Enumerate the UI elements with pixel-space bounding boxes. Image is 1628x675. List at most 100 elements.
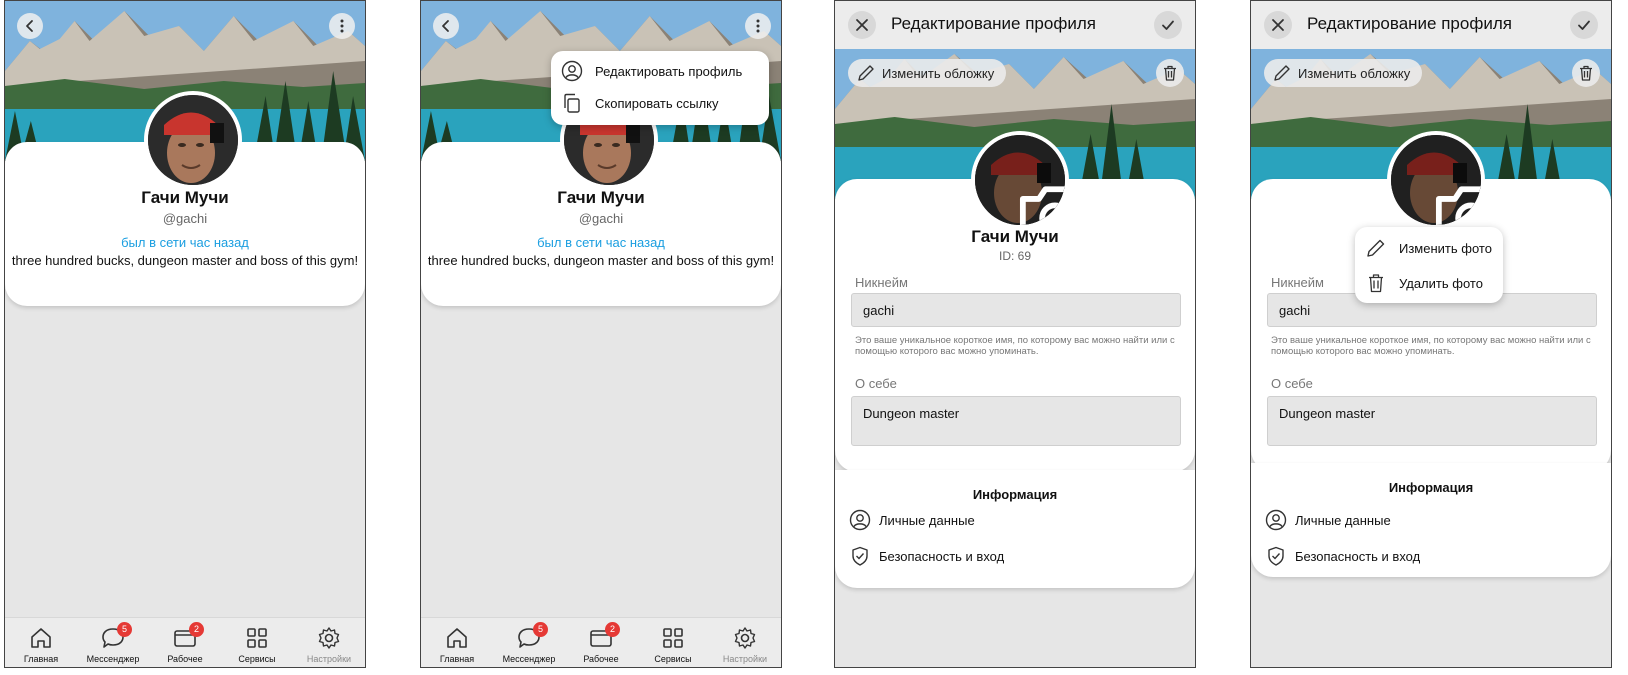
more-vertical-icon — [340, 19, 344, 33]
camera-icon — [1019, 186, 1065, 225]
more-options-button[interactable] — [745, 13, 771, 39]
nickname-label: Никнейм — [1271, 275, 1324, 290]
nickname-label: Никнейм — [855, 275, 908, 290]
avatar[interactable] — [1387, 131, 1485, 229]
user-circle-icon — [849, 509, 871, 531]
chevron-left-icon — [442, 20, 449, 32]
personal-data-row[interactable]: Личные данные — [849, 508, 975, 532]
save-button[interactable] — [1154, 11, 1182, 39]
shield-check-icon — [1268, 546, 1284, 566]
pencil-icon — [1367, 239, 1385, 257]
nav-item-workspace[interactable]: 2 Рабочее — [149, 618, 221, 667]
close-button[interactable] — [848, 11, 876, 39]
menu-item-change-photo[interactable]: Изменить фото — [1355, 233, 1503, 263]
save-button[interactable] — [1570, 11, 1598, 39]
edit-header: Редактирование профиля — [835, 1, 1195, 49]
nav-label-messenger: Мессенджер — [86, 654, 140, 664]
nav-item-services[interactable]: Сервисы — [221, 618, 293, 667]
about-field[interactable]: Dungeon master — [1267, 396, 1597, 446]
edit-header: Редактирование профиля — [1251, 1, 1611, 49]
personal-data-label: Личные данные — [879, 512, 975, 528]
edit-profile-screen-photo-menu: Редактирование профиля Изменить обложку … — [1250, 0, 1612, 668]
more-options-button[interactable] — [329, 13, 355, 39]
pencil-icon — [1274, 65, 1290, 81]
menu-label-edit-profile: Редактировать профиль — [595, 63, 743, 79]
trash-icon — [1580, 65, 1592, 81]
close-icon — [1272, 19, 1284, 31]
about-label: О себе — [1271, 376, 1313, 391]
nav-label-services: Сервисы — [654, 654, 692, 664]
home-icon — [447, 628, 467, 648]
personal-data-row[interactable]: Личные данные — [1265, 508, 1391, 532]
bottom-navigation: Главная 5 Мессенджер 2 Рабочее Сервисы Н… — [421, 617, 781, 667]
nav-item-home[interactable]: Главная — [5, 618, 77, 667]
security-row[interactable]: Безопасность и вход — [849, 544, 1004, 568]
profile-id: ID: 69 — [998, 249, 1031, 263]
check-icon — [1578, 20, 1590, 30]
nav-label-home: Главная — [23, 654, 59, 664]
info-card: Информация Личные данные Безопасность и … — [1251, 463, 1611, 577]
profile-screen-menu-open: Гачи Мучи @gachi был в сети час назад th… — [420, 0, 782, 668]
nav-label-settings: Настройки — [722, 654, 768, 664]
security-label: Безопасность и вход — [1295, 548, 1421, 564]
nav-item-settings[interactable]: Настройки — [293, 618, 365, 667]
delete-cover-button[interactable] — [1156, 59, 1184, 87]
gear-icon — [318, 627, 340, 649]
nav-label-settings: Настройки — [306, 654, 352, 664]
nav-item-home[interactable]: Главная — [421, 618, 493, 667]
messenger-badge: 5 — [533, 622, 548, 637]
security-row[interactable]: Безопасность и вход — [1265, 544, 1420, 568]
about-field[interactable]: Dungeon master — [851, 396, 1181, 446]
copy-icon — [564, 93, 580, 113]
page-title: Редактирование профиля — [891, 14, 1096, 33]
camera-icon — [1435, 186, 1481, 225]
profile-options-menu: Редактировать профиль Скопировать ссылку — [551, 51, 769, 125]
back-button[interactable] — [17, 13, 43, 39]
nav-item-workspace[interactable]: 2 Рабочее — [565, 618, 637, 667]
online-status: был в сети час назад — [537, 235, 665, 250]
menu-item-copy-link[interactable]: Скопировать ссылку — [551, 88, 769, 118]
avatar-photo — [148, 95, 238, 185]
change-cover-button[interactable]: Изменить обложку — [1264, 59, 1423, 87]
info-title: Информация — [1388, 480, 1474, 495]
menu-label-copy-link: Скопировать ссылку — [595, 95, 719, 111]
chevron-left-icon — [26, 20, 33, 32]
nav-label-workspace: Рабочее — [583, 654, 619, 664]
menu-label-delete-photo: Удалить фото — [1399, 275, 1483, 291]
change-cover-button[interactable]: Изменить обложку — [848, 59, 1007, 87]
menu-item-edit-profile[interactable]: Редактировать профиль — [551, 56, 769, 86]
nav-label-services: Сервисы — [238, 654, 276, 664]
nickname-field[interactable]: gachi — [851, 293, 1181, 327]
edit-profile-screen: Редактирование профиля Изменить обложку … — [834, 0, 1196, 668]
personal-data-label: Личные данные — [1295, 512, 1391, 528]
profile-bio: three hundred bucks, dungeon master and … — [427, 253, 775, 268]
profile-name: Гачи Мучи — [557, 188, 645, 207]
delete-cover-button[interactable] — [1572, 59, 1600, 87]
profile-bio: three hundred bucks, dungeon master and … — [11, 253, 359, 268]
back-button[interactable] — [433, 13, 459, 39]
nav-label-workspace: Рабочее — [167, 654, 203, 664]
nav-item-settings[interactable]: Настройки — [709, 618, 781, 667]
photo-options-menu: Изменить фото Удалить фото — [1355, 227, 1503, 303]
nav-label-messenger: Мессенджер — [502, 654, 556, 664]
avatar[interactable] — [144, 91, 242, 189]
messenger-badge: 5 — [117, 622, 132, 637]
close-button[interactable] — [1264, 11, 1292, 39]
workspace-badge: 2 — [605, 622, 620, 637]
home-icon — [31, 628, 51, 648]
menu-item-delete-photo[interactable]: Удалить фото — [1355, 268, 1503, 298]
nav-label-home: Главная — [439, 654, 475, 664]
change-cover-label: Изменить обложку — [1298, 65, 1411, 81]
profile-name: Гачи Мучи — [141, 188, 229, 207]
info-card: Информация Личные данные Безопасность и … — [835, 470, 1195, 588]
profile-handle: @gachi — [578, 211, 624, 226]
check-icon — [1162, 20, 1174, 30]
nav-item-messenger[interactable]: 5 Мессенджер — [493, 618, 565, 667]
profile-handle: @gachi — [162, 211, 208, 226]
avatar[interactable] — [971, 131, 1069, 229]
pencil-icon — [858, 65, 874, 81]
nav-item-messenger[interactable]: 5 Мессенджер — [77, 618, 149, 667]
user-circle-icon — [1265, 509, 1287, 531]
grid-icon — [663, 628, 683, 648]
nav-item-services[interactable]: Сервисы — [637, 618, 709, 667]
